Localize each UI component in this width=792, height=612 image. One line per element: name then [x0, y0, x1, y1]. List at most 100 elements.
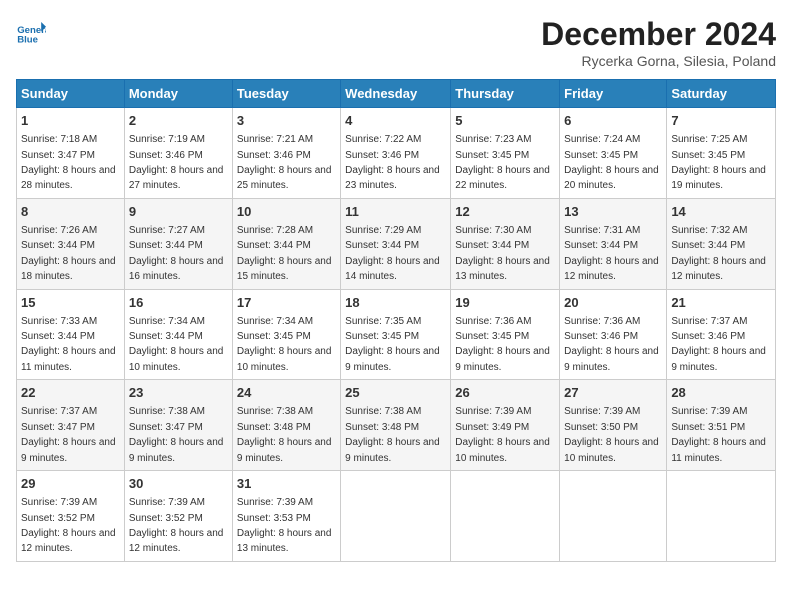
day-sunset: Sunset: 3:47 PM — [21, 422, 95, 433]
day-number: 9 — [129, 203, 228, 221]
day-sunset: Sunset: 3:45 PM — [237, 331, 311, 342]
calendar-week-row: 22 Sunrise: 7:37 AM Sunset: 3:47 PM Dayl… — [17, 380, 776, 471]
calendar-cell: 28 Sunrise: 7:39 AM Sunset: 3:51 PM Dayl… — [667, 380, 776, 471]
calendar-cell: 16 Sunrise: 7:34 AM Sunset: 3:44 PM Dayl… — [124, 289, 232, 380]
day-number: 30 — [129, 475, 228, 493]
day-daylight: Daylight: 8 hours and 9 minutes. — [345, 437, 440, 463]
day-daylight: Daylight: 8 hours and 22 minutes. — [455, 165, 550, 191]
calendar-cell: 24 Sunrise: 7:38 AM Sunset: 3:48 PM Dayl… — [232, 380, 340, 471]
day-daylight: Daylight: 8 hours and 10 minutes. — [455, 437, 550, 463]
calendar-header-day: Wednesday — [341, 80, 451, 108]
day-sunrise: Sunrise: 7:34 AM — [237, 316, 313, 327]
day-number: 13 — [564, 203, 662, 221]
day-sunset: Sunset: 3:52 PM — [21, 513, 95, 524]
day-daylight: Daylight: 8 hours and 19 minutes. — [671, 165, 766, 191]
calendar-cell: 26 Sunrise: 7:39 AM Sunset: 3:49 PM Dayl… — [451, 380, 560, 471]
calendar-week-row: 29 Sunrise: 7:39 AM Sunset: 3:52 PM Dayl… — [17, 471, 776, 562]
day-daylight: Daylight: 8 hours and 16 minutes. — [129, 256, 224, 282]
calendar-cell: 3 Sunrise: 7:21 AM Sunset: 3:46 PM Dayli… — [232, 108, 340, 199]
day-sunrise: Sunrise: 7:39 AM — [237, 497, 313, 508]
calendar-cell: 14 Sunrise: 7:32 AM Sunset: 3:44 PM Dayl… — [667, 198, 776, 289]
calendar-cell: 7 Sunrise: 7:25 AM Sunset: 3:45 PM Dayli… — [667, 108, 776, 199]
day-daylight: Daylight: 8 hours and 9 minutes. — [129, 437, 224, 463]
calendar-cell: 6 Sunrise: 7:24 AM Sunset: 3:45 PM Dayli… — [560, 108, 667, 199]
day-number: 23 — [129, 384, 228, 402]
day-sunset: Sunset: 3:48 PM — [345, 422, 419, 433]
day-sunrise: Sunrise: 7:31 AM — [564, 225, 640, 236]
day-number: 7 — [671, 112, 771, 130]
calendar-cell: 29 Sunrise: 7:39 AM Sunset: 3:52 PM Dayl… — [17, 471, 125, 562]
calendar-cell: 4 Sunrise: 7:22 AM Sunset: 3:46 PM Dayli… — [341, 108, 451, 199]
day-sunset: Sunset: 3:44 PM — [455, 240, 529, 251]
day-number: 16 — [129, 294, 228, 312]
day-sunset: Sunset: 3:46 PM — [671, 331, 745, 342]
day-sunset: Sunset: 3:45 PM — [671, 150, 745, 161]
day-number: 5 — [455, 112, 555, 130]
day-number: 26 — [455, 384, 555, 402]
day-sunrise: Sunrise: 7:27 AM — [129, 225, 205, 236]
day-sunset: Sunset: 3:44 PM — [21, 240, 95, 251]
day-daylight: Daylight: 8 hours and 15 minutes. — [237, 256, 332, 282]
day-sunrise: Sunrise: 7:21 AM — [237, 134, 313, 145]
calendar-cell: 8 Sunrise: 7:26 AM Sunset: 3:44 PM Dayli… — [17, 198, 125, 289]
day-daylight: Daylight: 8 hours and 12 minutes. — [564, 256, 659, 282]
day-number: 31 — [237, 475, 336, 493]
calendar-week-row: 1 Sunrise: 7:18 AM Sunset: 3:47 PM Dayli… — [17, 108, 776, 199]
day-number: 20 — [564, 294, 662, 312]
calendar-cell: 17 Sunrise: 7:34 AM Sunset: 3:45 PM Dayl… — [232, 289, 340, 380]
day-daylight: Daylight: 8 hours and 9 minutes. — [345, 346, 440, 372]
calendar-week-row: 15 Sunrise: 7:33 AM Sunset: 3:44 PM Dayl… — [17, 289, 776, 380]
location-subtitle: Rycerka Gorna, Silesia, Poland — [541, 53, 776, 69]
day-sunset: Sunset: 3:53 PM — [237, 513, 311, 524]
day-daylight: Daylight: 8 hours and 9 minutes. — [455, 346, 550, 372]
day-sunset: Sunset: 3:45 PM — [455, 331, 529, 342]
day-daylight: Daylight: 8 hours and 12 minutes. — [21, 528, 116, 554]
calendar-cell: 25 Sunrise: 7:38 AM Sunset: 3:48 PM Dayl… — [341, 380, 451, 471]
day-daylight: Daylight: 8 hours and 10 minutes. — [564, 437, 659, 463]
day-number: 25 — [345, 384, 446, 402]
day-number: 12 — [455, 203, 555, 221]
header: General Blue December 2024 Rycerka Gorna… — [16, 16, 776, 69]
day-sunset: Sunset: 3:46 PM — [345, 150, 419, 161]
calendar-cell: 22 Sunrise: 7:37 AM Sunset: 3:47 PM Dayl… — [17, 380, 125, 471]
calendar-cell — [451, 471, 560, 562]
day-daylight: Daylight: 8 hours and 28 minutes. — [21, 165, 116, 191]
day-sunset: Sunset: 3:47 PM — [129, 422, 203, 433]
calendar-cell — [341, 471, 451, 562]
day-sunrise: Sunrise: 7:39 AM — [21, 497, 97, 508]
day-daylight: Daylight: 8 hours and 27 minutes. — [129, 165, 224, 191]
day-sunrise: Sunrise: 7:32 AM — [671, 225, 747, 236]
day-sunrise: Sunrise: 7:28 AM — [237, 225, 313, 236]
day-sunset: Sunset: 3:52 PM — [129, 513, 203, 524]
calendar-cell — [560, 471, 667, 562]
calendar-cell: 15 Sunrise: 7:33 AM Sunset: 3:44 PM Dayl… — [17, 289, 125, 380]
calendar-header-day: Saturday — [667, 80, 776, 108]
calendar-header-row: SundayMondayTuesdayWednesdayThursdayFrid… — [17, 80, 776, 108]
day-sunset: Sunset: 3:51 PM — [671, 422, 745, 433]
calendar-cell: 1 Sunrise: 7:18 AM Sunset: 3:47 PM Dayli… — [17, 108, 125, 199]
day-daylight: Daylight: 8 hours and 10 minutes. — [129, 346, 224, 372]
calendar-body: 1 Sunrise: 7:18 AM Sunset: 3:47 PM Dayli… — [17, 108, 776, 562]
day-sunrise: Sunrise: 7:24 AM — [564, 134, 640, 145]
calendar-header-day: Tuesday — [232, 80, 340, 108]
day-sunrise: Sunrise: 7:35 AM — [345, 316, 421, 327]
calendar-cell: 18 Sunrise: 7:35 AM Sunset: 3:45 PM Dayl… — [341, 289, 451, 380]
day-sunrise: Sunrise: 7:39 AM — [564, 406, 640, 417]
day-sunset: Sunset: 3:45 PM — [345, 331, 419, 342]
day-daylight: Daylight: 8 hours and 13 minutes. — [455, 256, 550, 282]
day-daylight: Daylight: 8 hours and 12 minutes. — [129, 528, 224, 554]
day-daylight: Daylight: 8 hours and 9 minutes. — [21, 437, 116, 463]
day-sunrise: Sunrise: 7:39 AM — [671, 406, 747, 417]
day-sunrise: Sunrise: 7:37 AM — [21, 406, 97, 417]
day-sunrise: Sunrise: 7:36 AM — [455, 316, 531, 327]
day-sunset: Sunset: 3:44 PM — [671, 240, 745, 251]
day-sunrise: Sunrise: 7:36 AM — [564, 316, 640, 327]
day-daylight: Daylight: 8 hours and 9 minutes. — [237, 437, 332, 463]
day-sunset: Sunset: 3:44 PM — [129, 331, 203, 342]
calendar-cell: 10 Sunrise: 7:28 AM Sunset: 3:44 PM Dayl… — [232, 198, 340, 289]
day-daylight: Daylight: 8 hours and 23 minutes. — [345, 165, 440, 191]
day-number: 19 — [455, 294, 555, 312]
day-sunset: Sunset: 3:45 PM — [455, 150, 529, 161]
day-number: 28 — [671, 384, 771, 402]
day-sunrise: Sunrise: 7:39 AM — [455, 406, 531, 417]
